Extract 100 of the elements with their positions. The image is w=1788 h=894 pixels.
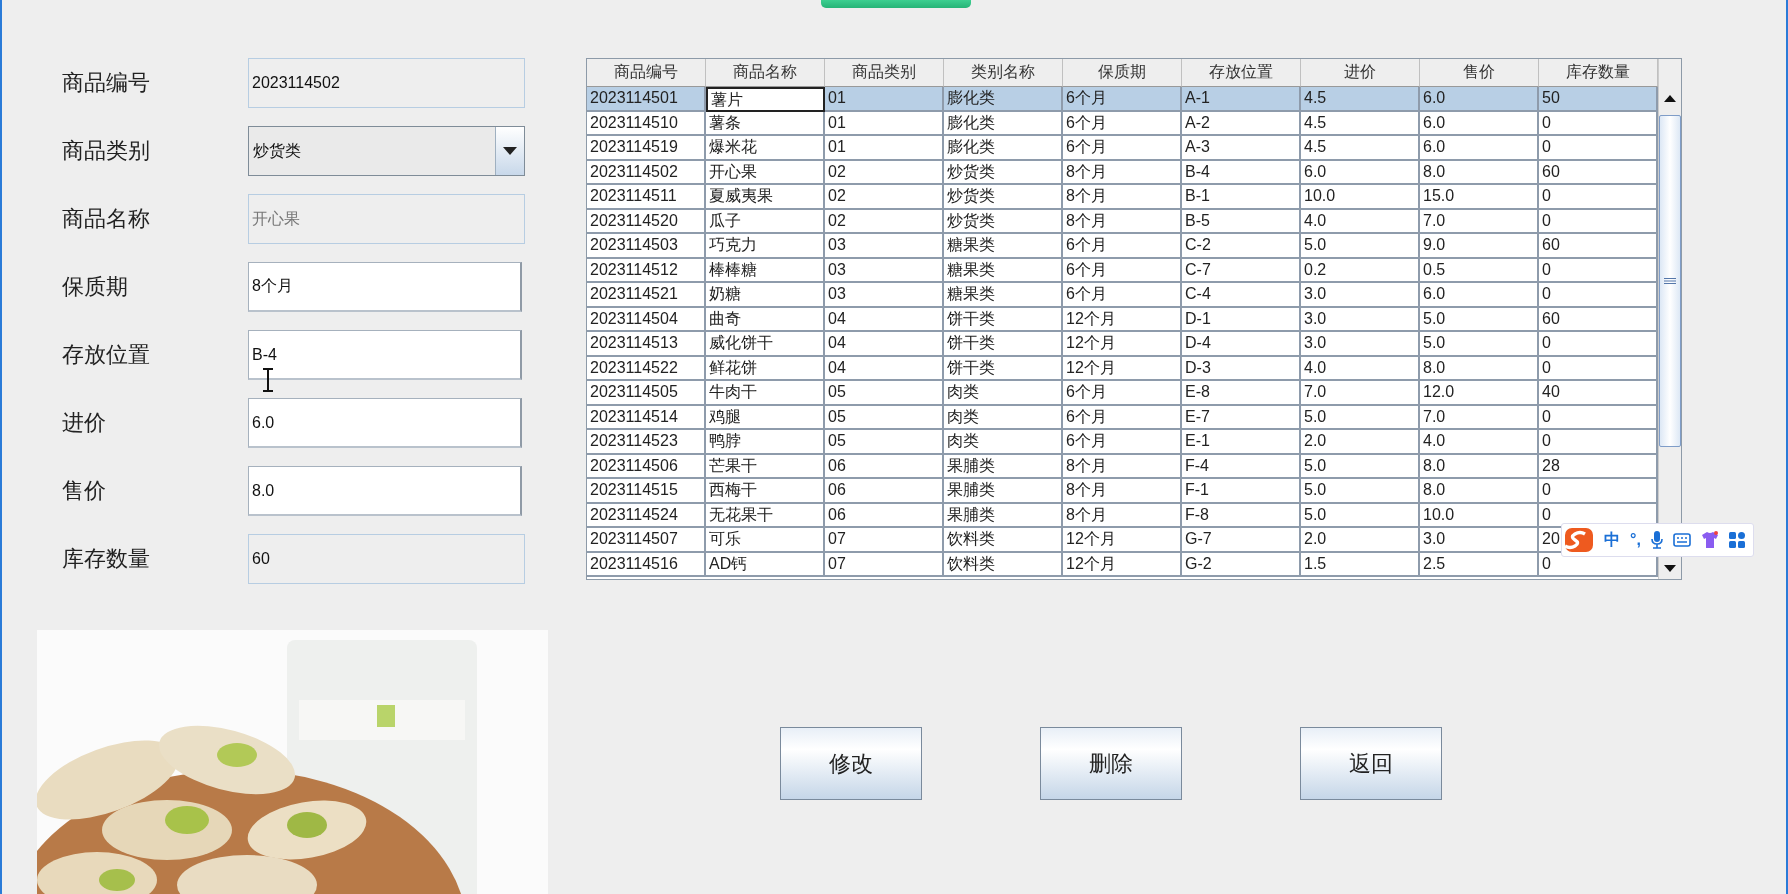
dropdown-arrow-icon: [503, 147, 517, 155]
table-row[interactable]: 2023114506 芒果干 06 果脯类 8个月 F-4 5.0 8.0 28: [587, 454, 1658, 479]
input-field[interactable]: B-4: [248, 330, 522, 380]
table-cell: E-8: [1182, 381, 1301, 406]
table-row[interactable]: 2023114514 鸡腿 05 肉类 6个月 E-7 5.0 7.0 0: [587, 405, 1658, 430]
table-cell: 02: [825, 209, 944, 234]
table-row[interactable]: 2023114503 巧克力 03 糖果类 6个月 C-2 5.0 9.0 60: [587, 234, 1658, 259]
table-cell: D-4: [1182, 332, 1301, 357]
table-cell: 曲奇: [706, 307, 825, 332]
table-row[interactable]: 2023114523 鸭脖 05 肉类 6个月 E-1 2.0 4.0 0: [587, 430, 1658, 455]
table-cell: 3.0: [1301, 283, 1420, 308]
field-label: 进价: [62, 409, 107, 437]
table-cell: AD钙: [706, 552, 825, 577]
up-arrow-icon: [1664, 94, 1676, 102]
microphone-icon[interactable]: [1650, 531, 1663, 549]
table-cell: 8.0: [1420, 479, 1539, 504]
table-cell: 10.0: [1420, 503, 1539, 528]
table-cell: 7.0: [1301, 381, 1420, 406]
table-row[interactable]: 2023114520 瓜子 02 炒货类 8个月 B-5 4.0 7.0 0: [587, 209, 1658, 234]
text-cursor-icon: [262, 368, 274, 392]
table-cell: B-1: [1182, 185, 1301, 210]
table-cell: 2023114520: [587, 209, 706, 234]
language-mode-toggle[interactable]: 中: [1604, 529, 1620, 551]
table-row[interactable]: 2023114501 薯片 01 膨化类 6个月 A-1 4.5 6.0 50: [587, 87, 1658, 112]
table-cell: 4.5: [1301, 136, 1420, 161]
table-cell: 开心果: [706, 160, 825, 185]
table-cell: F-1: [1182, 479, 1301, 504]
table-row[interactable]: 2023114522 鲜花饼 04 饼干类 12个月 D-3 4.0 8.0 0: [587, 356, 1658, 381]
action-button[interactable]: 返回: [1300, 727, 1442, 800]
table-cell: 05: [825, 430, 944, 455]
table-cell: 01: [825, 87, 944, 112]
table-cell: 02: [825, 160, 944, 185]
table-cell: 6.0: [1420, 136, 1539, 161]
input-field[interactable]: 2023114502: [248, 58, 525, 108]
input-field[interactable]: 6.0: [248, 398, 522, 448]
scrollbar-thumb[interactable]: [1659, 115, 1681, 447]
table-cell: 2023114514: [587, 405, 706, 430]
table-cell: 2023114507: [587, 528, 706, 553]
field-label: 库存数量: [62, 545, 151, 573]
table-cell: 05: [825, 381, 944, 406]
table-cell: 5.0: [1301, 503, 1420, 528]
table-row[interactable]: 2023114515 西梅干 06 果脯类 8个月 F-1 5.0 8.0 0: [587, 479, 1658, 504]
input-field[interactable]: 开心果: [248, 194, 525, 244]
field-label: 售价: [62, 477, 107, 505]
action-button[interactable]: 删除: [1040, 727, 1182, 800]
table-cell: 可乐: [706, 528, 825, 553]
table-cell: 饼干类: [944, 356, 1063, 381]
table-cell: 膨化类: [944, 111, 1063, 136]
table-cell: 果脯类: [944, 454, 1063, 479]
table-cell: 膨化类: [944, 87, 1063, 112]
input-field[interactable]: 8.0: [248, 466, 522, 516]
table-cell: 2023114502: [587, 160, 706, 185]
table-cell: A-3: [1182, 136, 1301, 161]
table-cell: 鸡腿: [706, 405, 825, 430]
table-cell: F-4: [1182, 454, 1301, 479]
input-field[interactable]: 60: [248, 534, 525, 584]
table-cell: C-7: [1182, 258, 1301, 283]
table-cell: C-2: [1182, 234, 1301, 259]
table-cell: B-4: [1182, 160, 1301, 185]
table-cell: 7.0: [1420, 209, 1539, 234]
table-cell: 无花果干: [706, 503, 825, 528]
table-cell: 0.5: [1420, 258, 1539, 283]
keyboard-icon[interactable]: [1672, 533, 1691, 547]
category-dropdown[interactable]: 炒货类: [248, 126, 525, 176]
table-cell: 薯片: [706, 87, 825, 112]
shirt-icon[interactable]: [1700, 531, 1719, 549]
table-row[interactable]: 2023114504 曲奇 04 饼干类 12个月 D-1 3.0 5.0 60: [587, 307, 1658, 332]
table-row[interactable]: 2023114521 奶糖 03 糖果类 6个月 C-4 3.0 6.0 0: [587, 283, 1658, 308]
table-row[interactable]: 2023114505 牛肉干 05 肉类 6个月 E-8 7.0 12.0 40: [587, 381, 1658, 406]
table-cell: 2023114505: [587, 381, 706, 406]
table-cell: 饮料类: [944, 528, 1063, 553]
table-cell: 5.0: [1301, 234, 1420, 259]
table-cell: 糖果类: [944, 258, 1063, 283]
table-cell: 夏威夷果: [706, 185, 825, 210]
action-button[interactable]: 修改: [780, 727, 922, 800]
table-row[interactable]: 2023114502 开心果 02 炒货类 8个月 B-4 6.0 8.0 60: [587, 160, 1658, 185]
table-cell: 6.0: [1420, 283, 1539, 308]
table-cell: 15.0: [1420, 185, 1539, 210]
field-label: 保质期: [62, 273, 129, 301]
punctuation-toggle[interactable]: °,: [1630, 531, 1641, 549]
table-cell: 2.0: [1301, 528, 1420, 553]
table-row[interactable]: 2023114519 爆米花 01 膨化类 6个月 A-3 4.5 6.0 0: [587, 136, 1658, 161]
table-row[interactable]: 2023114511 夏威夷果 02 炒货类 8个月 B-1 10.0 15.0 0: [587, 185, 1658, 210]
table-cell: 2023114524: [587, 503, 706, 528]
table-cell: 6个月: [1063, 258, 1182, 283]
table-cell: 芒果干: [706, 454, 825, 479]
grid-icon[interactable]: [1728, 532, 1745, 548]
table-row[interactable]: 2023114512 棒棒糖 03 糖果类 6个月 C-7 0.2 0.5 0: [587, 258, 1658, 283]
input-field[interactable]: 8个月: [248, 262, 522, 312]
table-cell: 07: [825, 528, 944, 553]
table-cell: 2023114516: [587, 552, 706, 577]
table-row[interactable]: 2023114510 薯条 01 膨化类 6个月 A-2 4.5 6.0 0: [587, 111, 1658, 136]
table-cell: 饮料类: [944, 552, 1063, 577]
table-cell: 05: [825, 405, 944, 430]
table-cell: G-7: [1182, 528, 1301, 553]
table-cell: 鸭脖: [706, 430, 825, 455]
logo-icon[interactable]: [1564, 527, 1594, 553]
table-row[interactable]: 2023114513 威化饼干 04 饼干类 12个月 D-4 3.0 5.0 0: [587, 332, 1658, 357]
table-cell: 06: [825, 454, 944, 479]
table-cell: 07: [825, 552, 944, 577]
